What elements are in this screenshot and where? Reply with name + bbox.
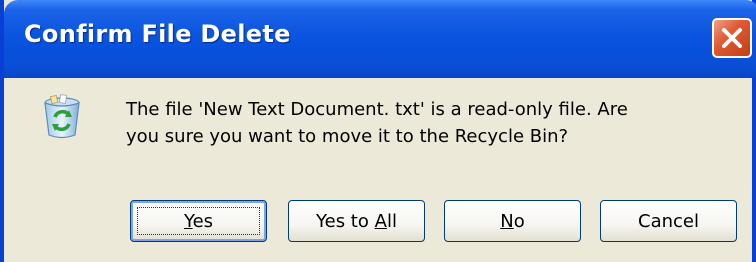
yes-button[interactable]: Yes <box>130 200 267 242</box>
message-line-2: you sure you want to move it to the Recy… <box>126 126 569 147</box>
close-icon <box>722 28 742 48</box>
no-button[interactable]: No <box>444 200 581 242</box>
no-button-label: No <box>500 210 525 232</box>
yes-button-label: Yes <box>183 210 214 232</box>
yes-to-all-button-label: Yes to All <box>316 210 397 232</box>
dialog-title: Confirm File Delete <box>24 20 291 48</box>
recycle-bin-icon <box>38 93 86 141</box>
dialog-message: The file 'New Text Document. txt' is a r… <box>126 96 726 150</box>
title-bar[interactable]: Confirm File Delete <box>4 0 756 78</box>
close-button[interactable] <box>712 18 752 58</box>
yes-to-all-button[interactable]: Yes to All <box>288 200 425 242</box>
dialog-body: The file 'New Text Document. txt' is a r… <box>8 78 756 262</box>
confirm-file-delete-dialog: Confirm File Delete The file 'New Text D… <box>0 0 756 262</box>
cancel-button[interactable]: Cancel <box>600 200 737 242</box>
cancel-button-label: Cancel <box>638 210 699 232</box>
message-line-1: The file 'New Text Document. txt' is a r… <box>126 99 628 120</box>
